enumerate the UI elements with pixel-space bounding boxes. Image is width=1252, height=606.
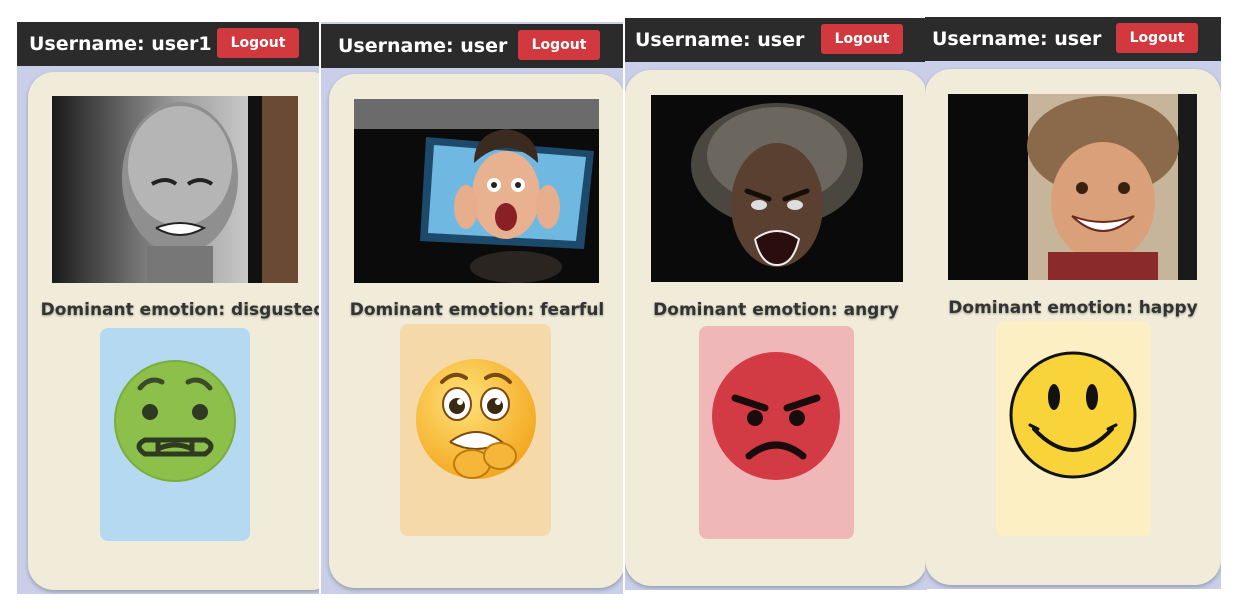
webcam-photo [948,94,1197,280]
logout-button[interactable]: Logout [518,30,600,60]
emoji-card [699,326,854,539]
dominant-emotion-label: Dominant emotion: happy [948,298,1198,318]
emotion-card: Dominant emotion: angry [625,70,927,586]
dominant-emotion-label: Dominant emotion: fearful [349,300,605,320]
dominant-emotion-label: Dominant emotion: angry [653,300,899,320]
disgusted-face-icon [114,360,236,482]
username-label: Username: user1 [29,33,212,55]
emotion-card: Dominant emotion: disgusted [28,72,319,590]
logout-button[interactable]: Logout [821,24,903,54]
webcam-photo [52,96,298,283]
app-panel-1: Username: user1 Logout Dominant emotion:… [17,22,319,594]
angry-face-icon [712,352,840,480]
app-panel-4: Username: user Logout Dominant emotion: … [925,17,1221,589]
username-label: Username: user [635,29,805,51]
fearful-face-icon [416,359,536,479]
smiley-face-icon [1009,351,1137,479]
top-bar: Username: user Logout [625,18,927,62]
webcam-photo [354,99,599,283]
app-panel-3: Username: user Logout Dominant emotion: … [625,18,927,590]
emoji-card [100,328,250,541]
dominant-emotion-label: Dominant emotion: disgusted [40,300,319,320]
username-label: Username: user [932,28,1102,50]
emotion-card: Dominant emotion: happy [925,69,1221,585]
webcam-photo [651,95,903,282]
top-bar: Username: user Logout [321,24,623,68]
app-panel-2: Username: user Logout Dominant emotion: … [321,22,623,594]
logout-button[interactable]: Logout [217,28,299,58]
top-bar: Username: user Logout [925,17,1221,61]
username-label: Username: user [338,35,508,57]
emoji-card [996,321,1151,536]
emotion-card: Dominant emotion: fearful [329,74,623,588]
emoji-card [400,324,551,536]
logout-button[interactable]: Logout [1116,23,1198,53]
top-bar: Username: user1 Logout [17,22,319,66]
